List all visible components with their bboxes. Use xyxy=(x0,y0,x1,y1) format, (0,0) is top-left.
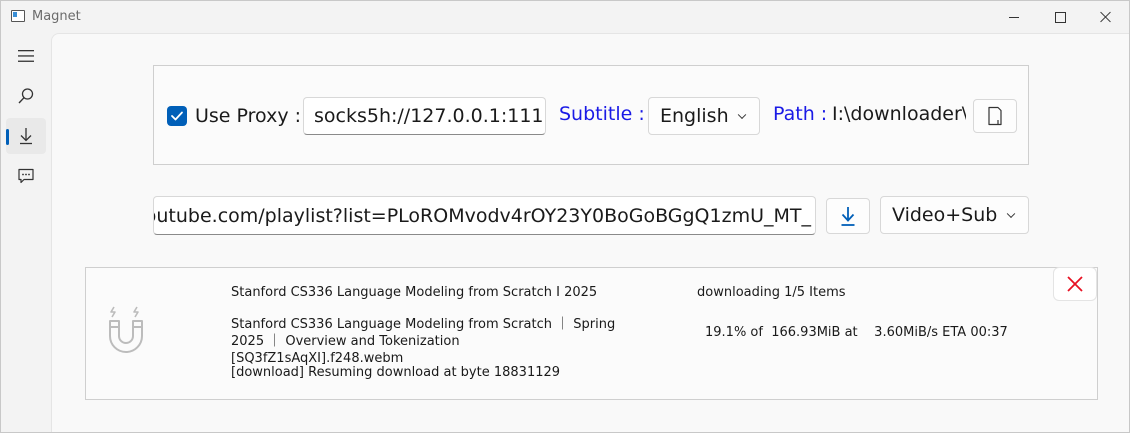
download-item-card: Stanford CS336 Language Modeling from Sc… xyxy=(85,267,1098,400)
magnet-icon xyxy=(109,306,143,353)
app-window: Magnet Use Proxy: socks5h://127.0.0.1:1… xyxy=(0,0,1130,433)
nav-search[interactable] xyxy=(6,78,46,114)
minimize-button[interactable] xyxy=(991,1,1037,33)
chevron-down-icon xyxy=(737,110,747,120)
download-arrow-icon xyxy=(841,207,855,226)
nav-messages[interactable] xyxy=(6,158,46,194)
search-icon xyxy=(18,88,34,104)
url-input[interactable]: https://www.youtube.com/playlist?list=PL… xyxy=(153,196,816,235)
chevron-down-icon xyxy=(1006,209,1016,219)
start-download-button[interactable] xyxy=(826,198,870,234)
url-input-value: https://www.youtube.com/playlist?list=PL… xyxy=(154,204,811,227)
maximize-button[interactable] xyxy=(1037,1,1083,33)
format-select[interactable]: Video+Sub xyxy=(880,196,1029,234)
maximize-icon xyxy=(1054,11,1066,23)
nav-download[interactable] xyxy=(6,118,46,154)
settings-panel: Use Proxy : socks5h://127.0.0.1:11111 Su… xyxy=(153,65,1029,165)
checkmark-icon xyxy=(171,111,183,121)
download-status: downloading 1/5 Items xyxy=(697,285,846,300)
download-log: [download] Resuming download at byte 188… xyxy=(231,365,561,380)
window-title: Magnet xyxy=(32,9,81,24)
close-button[interactable] xyxy=(1083,1,1129,33)
subtitle-language-value: English xyxy=(660,105,729,127)
download-icon xyxy=(20,128,32,145)
use-proxy-checkbox[interactable] xyxy=(167,106,187,126)
subtitle-label: Subtitle : xyxy=(559,103,645,125)
remove-download-button[interactable] xyxy=(1053,267,1097,301)
hamburger-menu-icon xyxy=(18,50,34,62)
app-icon xyxy=(11,10,25,22)
use-proxy-label: Use Proxy : xyxy=(195,105,302,127)
proxy-input[interactable]: socks5h://127.0.0.1:11111 xyxy=(303,97,546,135)
close-icon xyxy=(1100,11,1112,23)
main-content: Use Proxy : socks5h://127.0.0.1:11111 Su… xyxy=(51,33,1129,432)
subtitle-language-select[interactable]: English xyxy=(648,97,760,135)
minimize-icon xyxy=(1009,16,1019,18)
download-title: Stanford CS336 Language Modeling from Sc… xyxy=(231,285,598,300)
close-icon xyxy=(1067,276,1083,292)
download-file-name: Stanford CS336 Language Modeling from Sc… xyxy=(231,317,616,366)
message-icon xyxy=(18,168,34,184)
browse-folder-button[interactable] xyxy=(973,99,1017,133)
proxy-input-value: socks5h://127.0.0.1:11111 xyxy=(314,105,546,127)
path-label: Path : xyxy=(773,103,828,125)
format-value: Video+Sub xyxy=(892,204,998,226)
title-bar[interactable]: Magnet xyxy=(1,1,1129,33)
download-progress: 19.1% of 166.93MiB at 3.60MiB/s ETA 00:3… xyxy=(705,325,1008,340)
path-value: I:\downloader\ xyxy=(832,103,966,125)
folder-browse-icon xyxy=(988,106,1002,126)
nav-menu-button[interactable] xyxy=(6,38,46,74)
